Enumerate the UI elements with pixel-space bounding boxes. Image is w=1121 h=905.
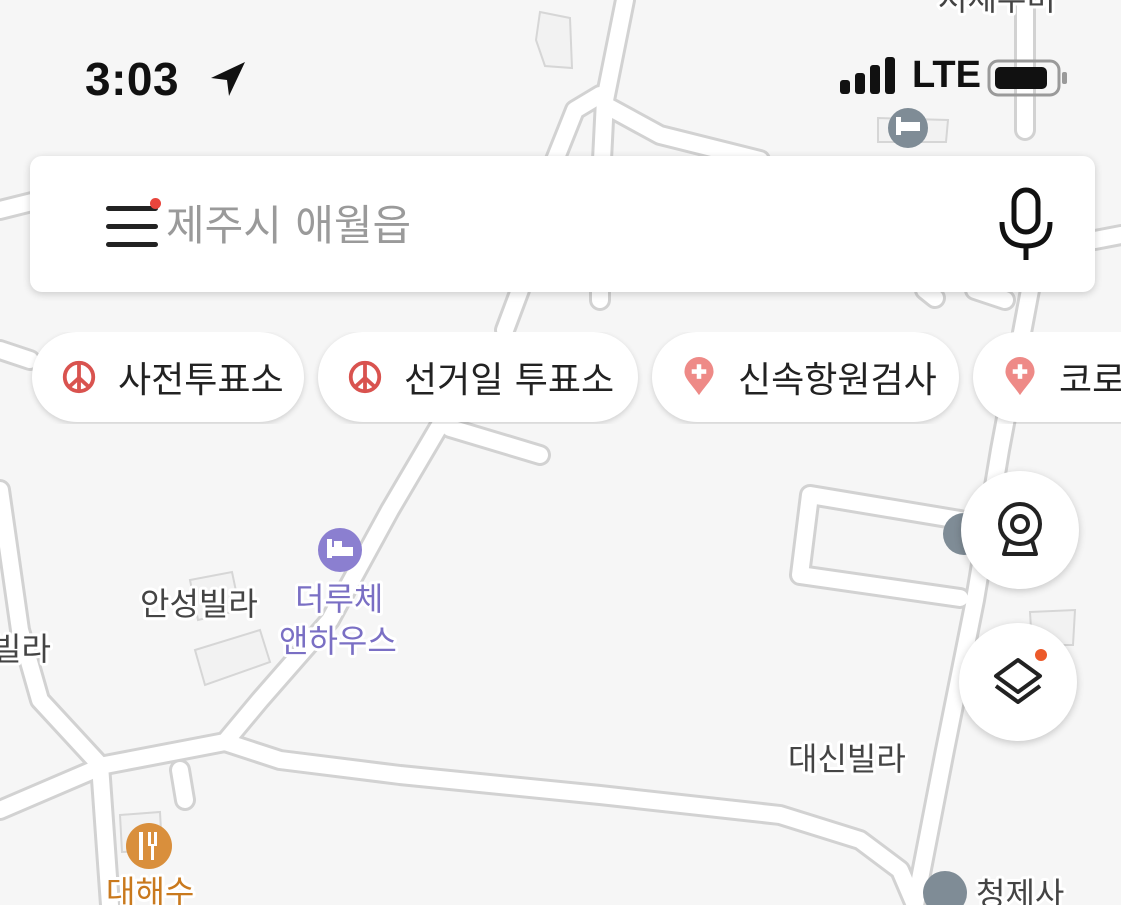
restaurant-marker[interactable]	[126, 823, 172, 869]
status-bar: 3:03 LTE	[0, 40, 1121, 110]
map-label-top-partial: 저세우미	[938, 0, 1056, 18]
map-label-ansung-villa: 안성빌라	[140, 585, 258, 623]
layers-notification-dot	[1035, 649, 1047, 661]
chip-early-voting[interactable]: 사전투표소	[32, 332, 304, 422]
cctv-camera-icon	[998, 502, 1042, 556]
chip-label: 선거일 투표소	[404, 360, 615, 401]
medical-pin-icon	[1005, 357, 1035, 396]
location-arrow-icon	[211, 62, 245, 96]
chip-rapid-antigen-test[interactable]: 신속항원검사	[652, 332, 959, 422]
map-label-restaurant: 대해수	[106, 873, 194, 905]
chip-covid[interactable]: 코로	[973, 332, 1121, 422]
network-type: LTE	[912, 54, 981, 96]
map-label-temple: 청제사	[976, 875, 1064, 905]
search-input[interactable]	[164, 190, 968, 260]
map-label-pension-line1: 더루체	[295, 580, 383, 618]
hamburger-line	[106, 242, 158, 247]
menu-notification-dot	[150, 198, 161, 209]
map-label-left-villa: 빌라	[0, 630, 51, 668]
microphone-icon[interactable]	[990, 186, 1062, 266]
chip-label: 신속항원검사	[738, 360, 937, 401]
map-label-daeshin-villa: 대신빌라	[788, 740, 906, 778]
ballot-icon	[348, 360, 382, 394]
pension-marker[interactable]	[318, 528, 362, 572]
cctv-button[interactable]	[961, 471, 1079, 589]
layers-icon	[994, 658, 1042, 704]
chip-label: 사전투표소	[118, 360, 284, 401]
lodging-marker-top[interactable]	[888, 108, 928, 148]
chip-election-day-voting[interactable]: 선거일 투표소	[318, 332, 638, 422]
chip-label: 코로	[1059, 360, 1121, 401]
search-bar	[30, 156, 1095, 292]
map-canvas[interactable]: 저세우미 안성빌라 더루체 앤하우스 빌라 대신빌라 대해수 청제사	[0, 0, 1121, 905]
quick-filter-chips: 사전투표소 선거일 투표소 신속항원검사 코로	[0, 332, 1121, 424]
cellular-signal-icon	[840, 57, 895, 94]
battery-icon	[987, 59, 1067, 97]
map-label-pension-line2: 앤하우스	[279, 622, 397, 660]
medical-pin-icon	[684, 357, 714, 396]
hamburger-line	[106, 224, 158, 229]
menu-button[interactable]	[98, 198, 164, 256]
status-time: 3:03	[85, 53, 180, 105]
ballot-icon	[62, 360, 96, 394]
layers-button[interactable]	[959, 623, 1077, 741]
